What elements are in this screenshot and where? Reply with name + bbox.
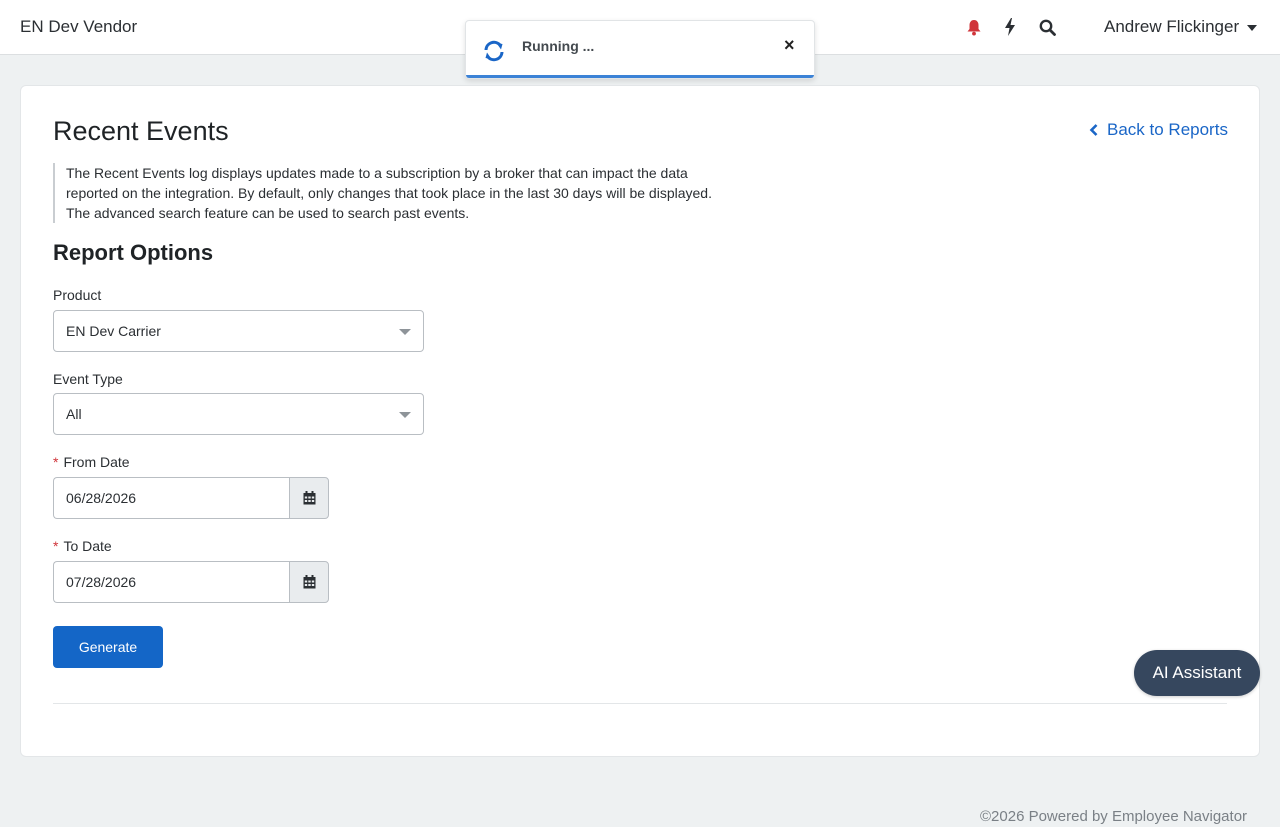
product-label: Product bbox=[53, 287, 102, 303]
bolt-icon[interactable] bbox=[999, 16, 1021, 38]
report-description: The Recent Events log displays updates m… bbox=[53, 163, 733, 223]
page-title: Recent Events bbox=[53, 116, 229, 146]
generate-button[interactable]: Generate bbox=[53, 626, 163, 668]
event-type-select[interactable]: All bbox=[53, 393, 424, 435]
from-date-label: * From Date bbox=[53, 454, 130, 470]
from-date-label-text: From Date bbox=[63, 454, 130, 470]
brand-name[interactable]: EN Dev Vendor bbox=[20, 17, 137, 37]
divider bbox=[53, 703, 1227, 704]
ai-assistant-button[interactable]: AI Assistant bbox=[1134, 650, 1260, 696]
product-selected-value: EN Dev Carrier bbox=[66, 323, 161, 339]
from-date-calendar-button[interactable] bbox=[289, 477, 329, 519]
product-select[interactable]: EN Dev Carrier bbox=[53, 310, 424, 352]
footer-copyright: ©2026 Powered by Employee Navigator bbox=[980, 808, 1248, 825]
report-card: Recent Events Back to Reports The Recent… bbox=[20, 85, 1260, 757]
user-menu[interactable]: Andrew Flickinger bbox=[1104, 17, 1258, 37]
required-mark: * bbox=[53, 538, 59, 554]
calendar-icon bbox=[303, 491, 315, 505]
calendar-icon bbox=[303, 575, 315, 589]
to-date-label: * To Date bbox=[53, 538, 112, 554]
toast-progress-bar bbox=[466, 75, 814, 78]
back-link-label: Back to Reports bbox=[1107, 120, 1228, 139]
bell-icon[interactable] bbox=[963, 16, 985, 38]
event-type-selected-value: All bbox=[66, 406, 82, 422]
from-date-input[interactable] bbox=[53, 477, 289, 519]
to-date-group bbox=[53, 561, 329, 603]
required-mark: * bbox=[53, 454, 59, 470]
sync-icon bbox=[482, 39, 506, 68]
to-date-calendar-button[interactable] bbox=[289, 561, 329, 603]
toast-message: Running ... bbox=[522, 38, 595, 54]
user-name: Andrew Flickinger bbox=[1104, 17, 1240, 36]
caret-down-icon bbox=[1247, 25, 1258, 31]
search-icon[interactable] bbox=[1036, 16, 1058, 38]
from-date-group bbox=[53, 477, 329, 519]
chevron-left-icon bbox=[1089, 124, 1098, 136]
event-type-label: Event Type bbox=[53, 371, 123, 387]
to-date-label-text: To Date bbox=[63, 538, 112, 554]
section-title: Report Options bbox=[53, 240, 214, 265]
running-toast: Running ... × bbox=[465, 20, 815, 79]
back-to-reports-link[interactable]: Back to Reports bbox=[1089, 120, 1228, 140]
to-date-input[interactable] bbox=[53, 561, 289, 603]
chevron-down-icon bbox=[399, 412, 411, 418]
toast-close-button[interactable]: × bbox=[784, 36, 795, 54]
chevron-down-icon bbox=[399, 329, 411, 335]
